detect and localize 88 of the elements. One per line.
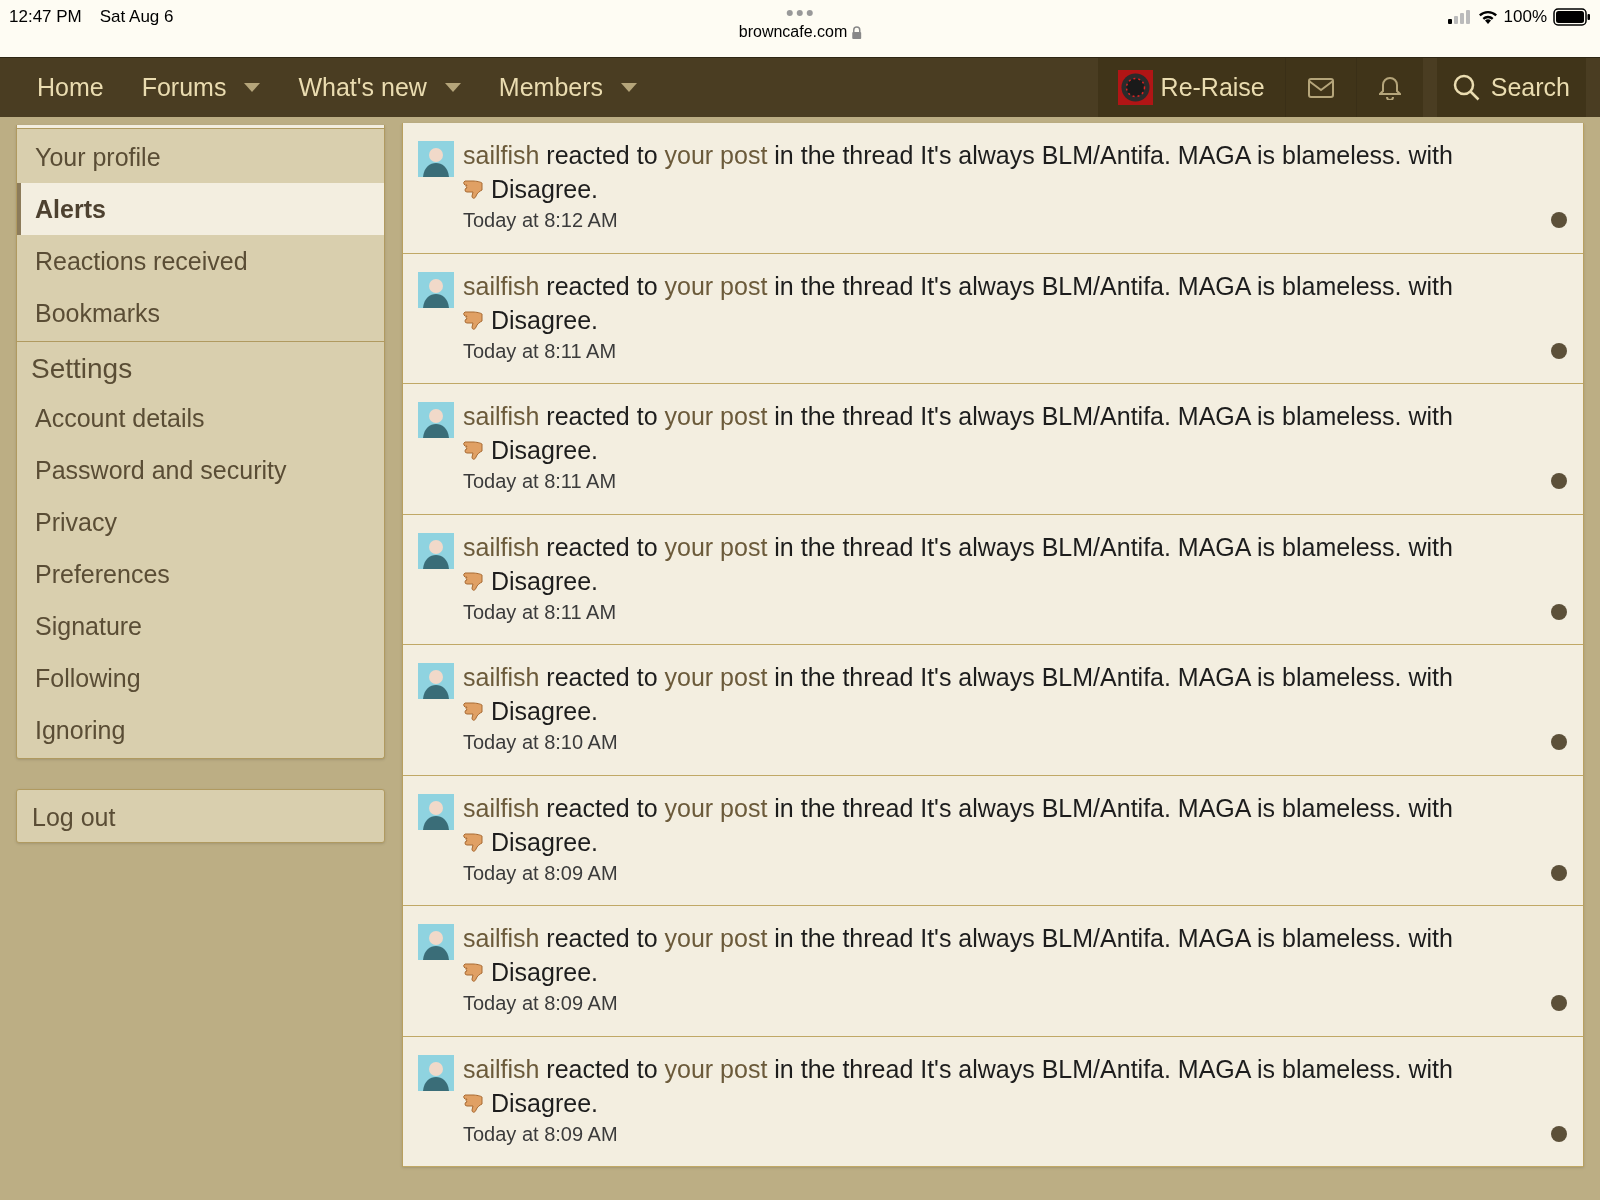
avatar-icon	[1117, 70, 1153, 105]
avatar	[418, 663, 454, 699]
alert-text: sailfish reacted to your post in the thread It's always BLM/Antifa. MAGA is blameless. with	[463, 140, 1453, 171]
more-icon[interactable]	[787, 10, 813, 16]
avatar	[418, 271, 454, 308]
battery-percent: 100%	[1503, 6, 1547, 28]
alert-text: sailfish reacted to your post in the thread It's always BLM/Antifa. MAGA is blameless. with	[463, 1053, 1453, 1085]
user-link[interactable]: sailfish	[463, 924, 540, 952]
user-link[interactable]: sailfish	[463, 141, 540, 169]
alert-text: sailfish reacted to your post in the thread It's always BLM/Antifa. MAGA is blameless. with	[463, 923, 1453, 954]
alert-time: Today at 8:09 AM	[463, 860, 619, 886]
alert-row[interactable]: sailfish reacted to your post in the thread It's always BLM/Antifa. MAGA is blameless. with Disagree. Today at 8:10 AM	[403, 645, 1583, 776]
avatar	[418, 1054, 454, 1091]
caret-icon[interactable]	[244, 83, 261, 92]
sidebar-item[interactable]: Ignoring	[17, 704, 384, 756]
signal-icon	[1447, 9, 1472, 24]
reaction-label: Disagree.	[491, 696, 598, 727]
post-link[interactable]: your post	[664, 532, 768, 561]
search-icon[interactable]	[1452, 73, 1481, 102]
alert-time: Today at 8:11 AM	[463, 338, 618, 364]
sidebar-item[interactable]: Account details	[17, 392, 384, 444]
avatar	[418, 532, 454, 569]
nav-link[interactable]: Home	[37, 68, 104, 107]
caret-icon[interactable]	[621, 83, 638, 92]
alert-row[interactable]: sailfish reacted to your post in the thread It's always BLM/Antifa. MAGA is blameless. with Disagree. Today at 8:09 AM	[403, 775, 1583, 906]
sidebar-item[interactable]: Your profile	[17, 131, 384, 183]
user-link[interactable]: sailfish	[463, 1054, 540, 1083]
alert-text: sailfish reacted to your post in the thread It's always BLM/Antifa. MAGA is blameless. with	[463, 270, 1453, 302]
alert-time: Today at 8:11 AM	[463, 599, 618, 625]
status-time: 12:47 PM	[9, 6, 82, 28]
sidebar-item[interactable]: Privacy	[17, 496, 384, 548]
alert-row[interactable]: sailfish reacted to your post in the thread It's always BLM/Antifa. MAGA is blameless. with Disagree. Today at 8:11 AM	[403, 514, 1583, 645]
nav-link[interactable]: What's new	[298, 68, 427, 107]
sidebar-item[interactable]: Following	[17, 652, 384, 704]
user-link[interactable]: sailfish	[463, 271, 540, 300]
post-link[interactable]: your post	[664, 271, 768, 300]
alert-text: sailfish reacted to your post in the thread It's always BLM/Antifa. MAGA is blameless. with	[463, 662, 1453, 693]
avatar	[418, 141, 454, 177]
user-link[interactable]: sailfish	[463, 663, 540, 691]
reaction-label: Disagree.	[491, 435, 598, 466]
reaction-label: Disagree.	[491, 304, 598, 336]
section-heading: Settings	[30, 352, 134, 386]
url-text[interactable]: browncafe.com	[738, 20, 848, 44]
alert-time: Today at 8:12 AM	[463, 208, 619, 233]
avatar	[418, 793, 454, 830]
reaction-label: Disagree.	[491, 826, 598, 858]
user-link[interactable]: sailfish	[463, 402, 540, 430]
post-link[interactable]: your post	[664, 402, 768, 430]
reaction-label: Disagree.	[491, 1087, 598, 1119]
sidebar-item[interactable]: Preferences	[17, 548, 384, 600]
user-link[interactable]: sailfish	[463, 793, 540, 822]
alert-text: sailfish reacted to your post in the thread It's always BLM/Antifa. MAGA is blameless. with	[463, 401, 1453, 432]
sidebar-item[interactable]: Signature	[17, 600, 384, 652]
post-link[interactable]: your post	[664, 1054, 768, 1083]
sidebar-item[interactable]: Reactions received	[17, 235, 384, 287]
alert-row[interactable]: sailfish reacted to your post in the thread It's always BLM/Antifa. MAGA is blameless. with Disagree. Today at 8:12 AM	[403, 123, 1583, 254]
status-date: Sat Aug 6	[99, 6, 174, 28]
alert-text: sailfish reacted to your post in the thread It's always BLM/Antifa. MAGA is blameless. with	[463, 792, 1453, 824]
reaction-label: Disagree.	[491, 957, 598, 988]
user-link[interactable]: sailfish	[463, 532, 540, 561]
sidebar-item[interactable]: Bookmarks	[17, 287, 384, 339]
battery-icon	[1553, 7, 1591, 26]
post-link[interactable]: your post	[664, 793, 768, 822]
sidebar-item[interactable]: Password and security	[17, 444, 384, 496]
avatar	[418, 402, 454, 438]
wifi-icon	[1477, 9, 1498, 25]
alert-time: Today at 8:10 AM	[463, 730, 619, 755]
alert-row[interactable]: sailfish reacted to your post in the thread It's always BLM/Antifa. MAGA is blameless. with Disagree. Today at 8:11 AM	[403, 253, 1583, 384]
post-link[interactable]: your post	[664, 141, 768, 169]
search-button[interactable]: Search	[1436, 58, 1586, 117]
alert-text: sailfish reacted to your post in the thread It's always BLM/Antifa. MAGA is blameless. with	[463, 531, 1453, 563]
lock-icon	[851, 25, 862, 39]
caret-icon[interactable]	[444, 83, 461, 92]
sidebar-item[interactable]: Alerts	[17, 183, 384, 235]
reaction-label: Disagree.	[491, 565, 598, 597]
avatar	[418, 924, 454, 960]
nav-link[interactable]: Forums	[141, 68, 227, 107]
alert-row[interactable]: sailfish reacted to your post in the thread It's always BLM/Antifa. MAGA is blameless. with Disagree. Today at 8:09 AM	[403, 1036, 1583, 1167]
alert-time: Today at 8:09 AM	[463, 1121, 619, 1147]
logout-button[interactable]: Log out	[16, 789, 385, 843]
alert-time: Today at 8:11 AM	[463, 469, 618, 494]
post-link[interactable]: your post	[664, 924, 768, 952]
alert-row[interactable]: sailfish reacted to your post in the thread It's always BLM/Antifa. MAGA is blameless. with Disagree. Today at 8:11 AM	[403, 384, 1583, 515]
alert-row[interactable]: sailfish reacted to your post in the thread It's always BLM/Antifa. MAGA is blameless. with Disagree. Today at 8:09 AM	[403, 906, 1583, 1037]
nav-link[interactable]: Members	[498, 68, 604, 107]
alert-time: Today at 8:09 AM	[463, 991, 619, 1016]
reaction-label: Disagree.	[491, 174, 598, 205]
post-link[interactable]: your post	[664, 663, 768, 691]
